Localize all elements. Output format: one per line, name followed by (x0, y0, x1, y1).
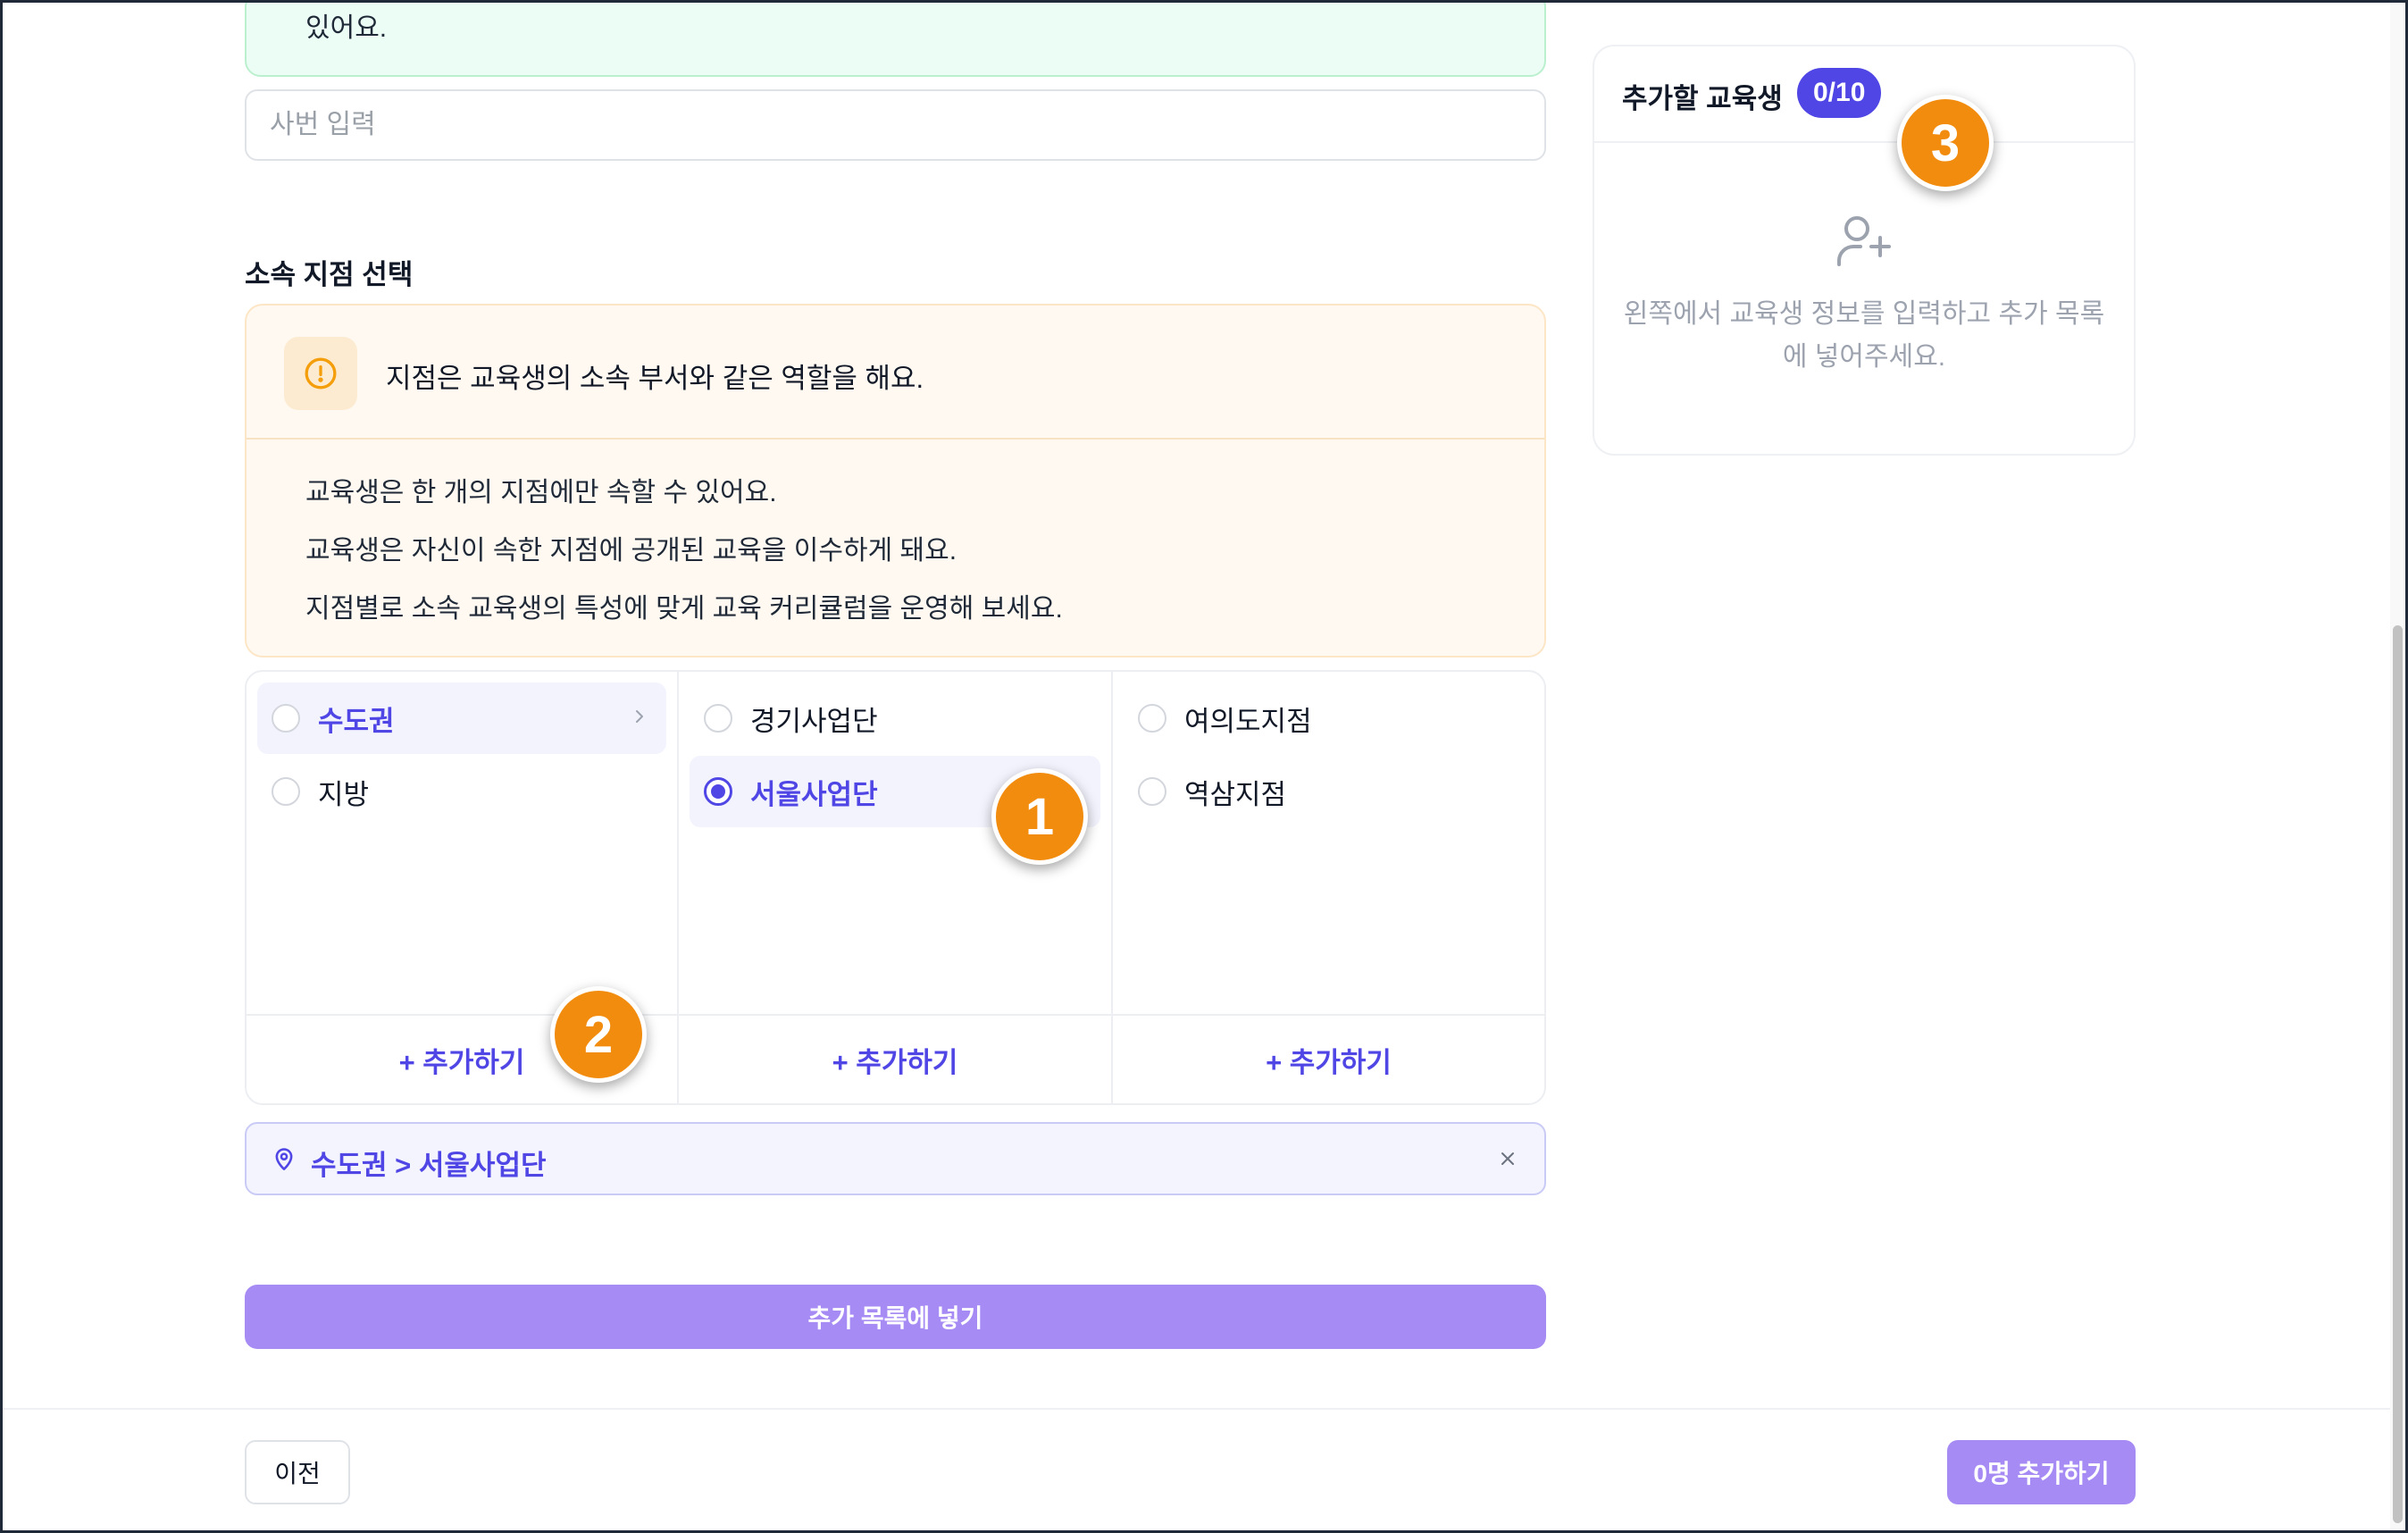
trainee-count-badge: 0/10 (1797, 68, 1882, 118)
branch-info-line: 지점별로 소속 교육생의 특성에 맞게 교육 커리큘럼을 운영해 보세요. (305, 594, 1063, 624)
branch-option-regional[interactable]: 지방 (257, 756, 666, 827)
branch-selector: 수도권 지방 + 추가하기 경기사업단 서울사업단 + 추가하기 여의도지점 역… (245, 670, 1546, 1105)
branch-option-gyeonggi[interactable]: 경기사업단 (690, 683, 1100, 754)
prev-button[interactable]: 이전 (245, 1440, 350, 1504)
branch-info-header: 지점은 교육생의 소속 부서와 같은 역할을 해요. (247, 306, 1544, 440)
annotation-marker-1: 1 (991, 768, 1088, 865)
user-plus-icon (1837, 216, 1891, 266)
branch-column-office: 여의도지점 역삼지점 + 추가하기 (1113, 672, 1544, 1103)
add-branch-button[interactable]: + 추가하기 (1113, 1014, 1544, 1103)
radio-button[interactable] (1138, 777, 1166, 806)
branch-option-label: 경기사업단 (750, 705, 878, 737)
trainee-list-title: 추가할 교육생 (1622, 83, 1783, 114)
branch-option-yeouido[interactable]: 여의도지점 (1124, 683, 1534, 754)
branch-option-label: 여의도지점 (1184, 705, 1312, 737)
branch-info-heading: 지점은 교육생의 소속 부서와 같은 역할을 해요. (386, 363, 924, 394)
radio-button[interactable] (1138, 704, 1166, 733)
radio-button[interactable] (704, 704, 732, 733)
branch-info-line: 교육생은 자신이 속한 지점에 공개된 교육을 이수하게 돼요. (305, 536, 957, 565)
branch-option-label: 지방 (318, 778, 370, 810)
add-branch-button[interactable]: + 추가하기 (679, 1014, 1111, 1103)
trainee-list-header: 추가할 교육생 0/10 (1594, 46, 2134, 143)
annotation-marker-2: 2 (550, 986, 647, 1083)
map-pin-icon (275, 1148, 293, 1170)
branch-section-title: 소속 지점 선택 (245, 259, 414, 290)
branch-option-label: 서울사업단 (750, 778, 878, 810)
add-trainees-button[interactable]: 0명 추가하기 (1947, 1440, 2136, 1504)
employee-id-field-wrapper (245, 89, 1546, 161)
selected-path-text: 수도권 > 서울사업단 (311, 1150, 547, 1181)
radio-button[interactable] (272, 777, 300, 806)
close-icon[interactable] (1489, 1140, 1526, 1177)
branch-info-box: 지점은 교육생의 소속 부서와 같은 역할을 해요. 교육생은 한 개의 지점에… (245, 304, 1546, 658)
footer-divider (0, 1408, 2408, 1410)
radio-button[interactable] (272, 704, 300, 733)
chevron-right-icon (636, 710, 643, 723)
trainee-list-panel: 추가할 교육생 0/10 왼쪽에서 교육생 정보를 입력하고 추가 목록에 넣어… (1593, 45, 2136, 456)
notice-box: 있어요. (245, 0, 1546, 77)
alert-circle-icon (284, 337, 357, 410)
branch-column-division: 경기사업단 서울사업단 + 추가하기 (679, 672, 1113, 1103)
radio-button-selected[interactable] (704, 777, 732, 806)
selected-branch-path: 수도권 > 서울사업단 (245, 1122, 1546, 1195)
branch-option-label: 수도권 (318, 705, 395, 737)
empty-state-text: 왼쪽에서 교육생 정보를 입력하고 추가 목록에 넣어주세요. (1623, 299, 2105, 372)
notice-text: 있어요. (305, 13, 388, 43)
branch-option-yeoksam[interactable]: 역삼지점 (1124, 756, 1534, 827)
branch-info-line: 교육생은 한 개의 지점에만 속할 수 있어요. (305, 478, 777, 507)
annotation-marker-3: 3 (1897, 95, 1994, 191)
scrollbar-thumb[interactable] (2393, 625, 2403, 1523)
branch-option-label: 역삼지점 (1184, 778, 1287, 810)
branch-option-capital-area[interactable]: 수도권 (257, 683, 666, 754)
employee-id-input[interactable] (247, 91, 1544, 159)
add-to-list-button[interactable]: 추가 목록에 넣기 (245, 1285, 1546, 1349)
